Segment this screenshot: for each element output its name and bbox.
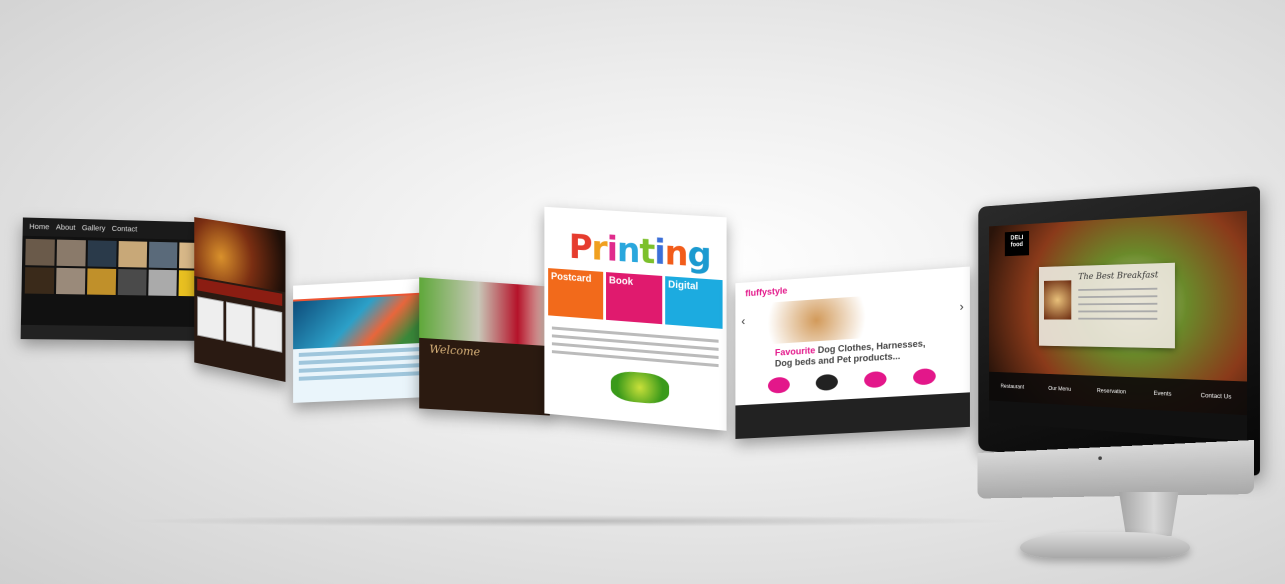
chevron-right-icon: › [959,299,964,314]
nature-website-panel [293,278,428,403]
dog-shop-footer [735,392,970,439]
photo-tile [24,267,55,294]
food-website-panel [194,217,286,382]
title-letter: n [664,232,688,275]
nature-hero-image [293,294,428,350]
cafe-website-panel: Welcome [419,277,550,416]
nav-item: About [55,223,76,232]
text-line [1078,302,1158,306]
deli-website-display: DELI food The Best Breakfast Restaurant … [989,210,1248,442]
breakfast-card: The Best Breakfast [1039,262,1175,349]
website-showcase: Home About Gallery Contact Welcome Print… [0,0,1285,584]
camera-icon [1098,456,1102,461]
nav-item: Restaurant [1000,384,1025,391]
book-card: Book [606,272,663,325]
text-line [1078,317,1158,320]
imac-stand-foot [1020,532,1190,558]
photo-site-footer [20,324,209,341]
text-line [551,350,719,368]
photo-tile [56,239,86,267]
imac-screen: DELI food The Best Breakfast Restaurant … [978,186,1260,476]
title-letter: r [591,228,607,270]
photo-tile [118,241,148,268]
digital-card: Digital [665,276,723,329]
nav-item: Gallery [81,224,106,233]
product-icon [913,367,936,386]
photo-grid [21,236,210,300]
photo-tile [117,269,147,296]
title-letter: n [616,229,640,272]
breakfast-title: The Best Breakfast [1078,270,1159,282]
nav-item: Reservation [1096,388,1127,396]
printing-website-panel: Printing Postcard Book Digital [544,206,727,431]
photo-tile [148,241,178,269]
text-line [1078,310,1158,313]
product-icon [815,373,838,391]
photo-tile [56,267,86,295]
nav-item: Events [1153,391,1172,398]
postcard-card: Postcard [548,268,604,320]
photo-website-panel: Home About Gallery Contact [20,217,211,341]
food-card [225,301,253,347]
title-letter: P [568,227,592,269]
nav-item: Home [29,223,50,231]
product-icon [864,370,887,388]
title-letter: i [654,232,665,274]
imac-stand-neck [1119,492,1179,536]
dog-shop-website-panel: fluffystyle ‹ › Favourite Dog Clothes, H… [735,266,970,439]
nav-item: Contact Us [1200,393,1232,401]
nav-item: Contact [111,225,138,233]
title-letter: g [687,234,711,277]
product-icon [767,376,790,394]
food-card [197,296,224,341]
photo-tile [87,240,117,267]
deli-logo: DELI food [1004,230,1030,257]
printing-title: Printing [544,207,726,277]
text-line [1078,287,1158,291]
photo-tile [87,268,117,295]
leaf-image [610,369,670,406]
text-line [1078,295,1158,299]
food-card [254,306,283,353]
text-line [298,371,422,381]
title-letter: i [606,229,617,270]
nav-item: Our Menu [1048,386,1072,393]
breakfast-thumbnail [1044,280,1072,320]
photo-tile [25,238,55,266]
photo-tile [148,269,177,296]
chevron-left-icon: ‹ [741,314,746,329]
cafe-hero-image [419,277,550,347]
title-letter: t [639,231,655,273]
